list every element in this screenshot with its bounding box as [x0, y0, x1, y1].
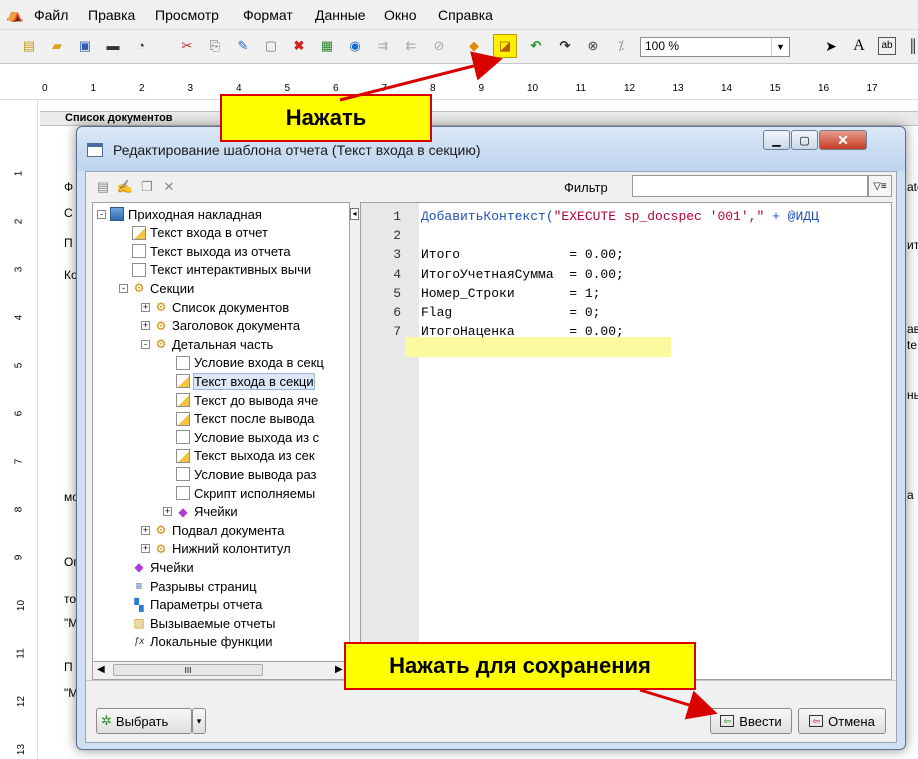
annotation-arrows [339, 51, 718, 720]
arrow-to-toolbar [339, 51, 503, 102]
arrow-to-enter [639, 688, 718, 720]
